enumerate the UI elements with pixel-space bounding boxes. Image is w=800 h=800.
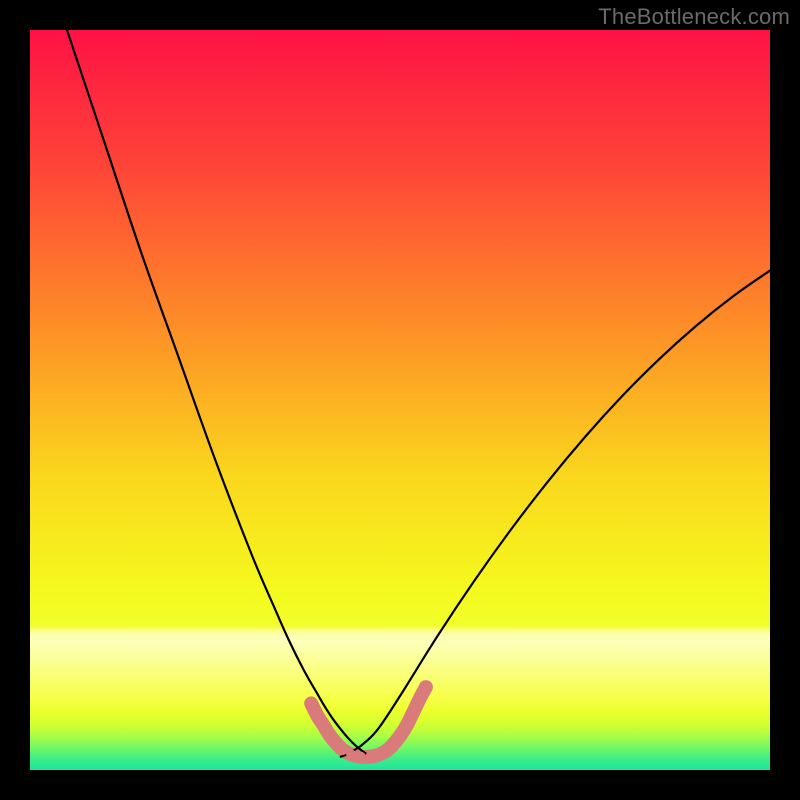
marker-dot bbox=[312, 710, 322, 720]
marker-dot bbox=[402, 719, 412, 729]
curve-layer bbox=[30, 30, 770, 770]
chart-frame: TheBottleneck.com bbox=[0, 0, 800, 800]
marker-dot bbox=[421, 682, 431, 692]
marker-dot bbox=[356, 752, 366, 762]
right-curve bbox=[341, 271, 770, 757]
marker-dot bbox=[365, 752, 375, 762]
marker-dot bbox=[325, 730, 335, 740]
marker-dot bbox=[346, 749, 356, 759]
left-curve bbox=[67, 30, 370, 757]
marker-dot bbox=[414, 695, 424, 705]
plot-area bbox=[30, 30, 770, 770]
marker-dot bbox=[306, 698, 316, 708]
marker-dot bbox=[319, 721, 329, 731]
marker-dot bbox=[395, 731, 405, 741]
watermark-text: TheBottleneck.com bbox=[598, 4, 790, 30]
